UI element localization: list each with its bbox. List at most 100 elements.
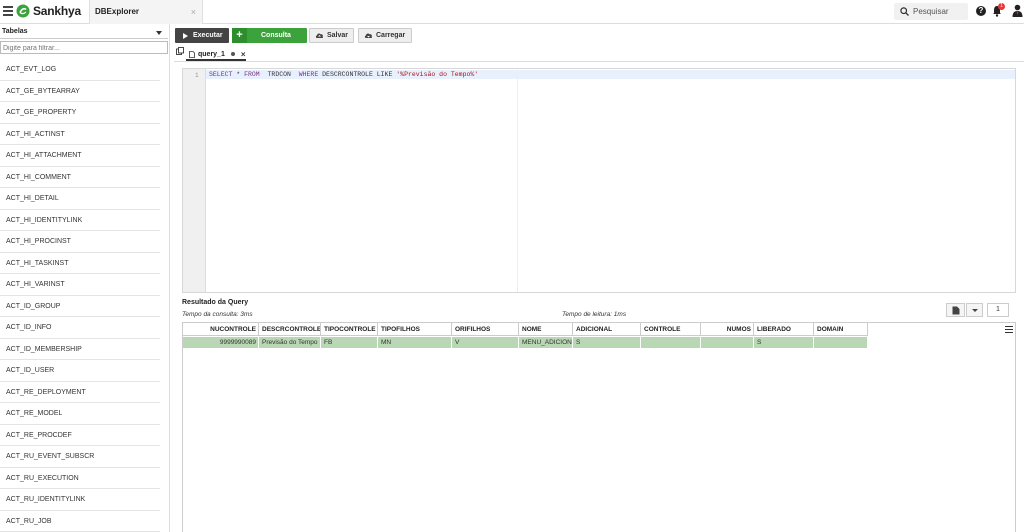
table-list-item[interactable]: ACT_HI_ACTINST (0, 124, 160, 145)
save-label: Salvar (327, 32, 349, 39)
object-type-selected: Tabelas (2, 28, 28, 35)
column-header[interactable]: DOMAIN (814, 323, 868, 336)
cloud-download-icon (364, 33, 373, 38)
caret-down-icon (972, 309, 978, 312)
column-header[interactable]: LIBERADO (754, 323, 814, 336)
table-cell[interactable]: FB (321, 337, 378, 348)
search-box[interactable]: Pesquisar (894, 3, 968, 20)
table-cell[interactable]: V (452, 337, 519, 348)
table-row[interactable]: 9999990089 Previsão do Tempo FB MN V MENU_ADI… (183, 337, 868, 348)
query-time: Tempo da consulta: 3ms (182, 311, 253, 318)
table-cell[interactable] (814, 337, 868, 348)
execute-label: Executar (193, 32, 223, 39)
line-number: 1 (195, 72, 199, 79)
table-list-item[interactable]: ACT_GE_BYTEARRAY (0, 81, 160, 102)
export-dropdown-button[interactable] (966, 303, 983, 317)
sql-editor[interactable]: 1 SELECT * FROM TRDCON WHERE DESCRCONTRO… (182, 68, 1016, 293)
search-placeholder: Pesquisar (913, 7, 949, 16)
read-time: Tempo de leitura: 1ms (562, 311, 627, 318)
app-tab-label: DBExplorer (95, 7, 140, 16)
sql-code-line[interactable]: SELECT * FROM TRDCON WHERE DESCRCONTROLE… (209, 71, 478, 78)
table-list-item[interactable]: ACT_GE_PROPERTY (0, 102, 160, 124)
table-cell[interactable]: S (573, 337, 641, 348)
column-header[interactable]: ORIFILHOS (452, 323, 519, 336)
brand-name: Sankhya (33, 4, 81, 18)
column-header[interactable]: DESCRCONTROLE (259, 323, 321, 336)
table-cell[interactable] (641, 337, 701, 348)
app-tab-close-icon[interactable]: × (191, 7, 196, 17)
tab-query-1[interactable]: query_1 × (186, 45, 246, 61)
notification-badge: 1 (998, 3, 1005, 10)
column-header[interactable]: NUCONTROLE (183, 323, 259, 336)
sql-token: TRDCON (259, 71, 299, 78)
column-header[interactable]: NOME (519, 323, 573, 336)
table-list-item[interactable]: ACT_EVT_LOG (0, 59, 160, 81)
unsaved-dot-icon (230, 52, 235, 56)
export-file-icon (952, 306, 960, 315)
table-cell[interactable]: 9999990089 (183, 337, 259, 348)
load-button[interactable]: Carregar (358, 28, 412, 43)
table-cell[interactable]: MENU_ADICIONAL (519, 337, 573, 348)
sidebar-scrollbar[interactable] (160, 59, 169, 532)
sql-token: DESCRCONTROLE LIKE (318, 71, 397, 78)
grid-header: NUCONTROLE DESCRCONTROLE TIPOCONTROLE TIPOF… (183, 323, 868, 336)
table-list-item[interactable]: ACT_HI_VARINST (0, 274, 160, 296)
table-list-item[interactable]: ACT_RU_EVENT_SUBSCR (0, 446, 160, 468)
table-list-item[interactable]: ACT_HI_DETAIL (0, 188, 160, 210)
table-cell[interactable]: S (754, 337, 814, 348)
tables-sidebar: Tabelas ACT_EVT_LOGACT_GE_BYTEARRAYACT_G… (0, 24, 170, 532)
filter-input[interactable] (0, 41, 168, 54)
grid-menu-icon[interactable] (1005, 326, 1013, 335)
table-list-item[interactable]: ACT_ID_MEMBERSHIP (0, 339, 160, 360)
column-header[interactable]: ADICIONAL (573, 323, 641, 336)
app-tab-dbexplorer[interactable]: DBExplorer × (89, 0, 203, 24)
results-title: Resultado da Query (182, 299, 249, 306)
tab-close-icon[interactable]: × (241, 50, 246, 59)
table-list-item[interactable]: ACT_RE_DEPLOYMENT (0, 382, 160, 403)
sql-keyword: FROM (244, 71, 260, 78)
table-list-item[interactable]: ACT_HI_COMMENT (0, 167, 160, 188)
tab-query-1-label: query_1 (198, 50, 225, 58)
top-bar: Sankhya DBExplorer × Pesquisar ? 1 (0, 0, 1024, 24)
table-list-item[interactable]: ACT_ID_INFO (0, 317, 160, 339)
help-icon[interactable]: ? (976, 6, 986, 16)
copy-tab-icon[interactable] (176, 47, 184, 55)
hamburger-menu-icon[interactable] (3, 6, 13, 16)
object-type-select[interactable]: Tabelas (0, 26, 168, 39)
brand-logo[interactable]: Sankhya (16, 4, 81, 18)
table-list-item[interactable]: ACT_RU_IDENTITYLINK (0, 489, 160, 511)
table-list-item[interactable]: ACT_ID_USER (0, 360, 160, 382)
table-list-item[interactable]: ACT_RE_MODEL (0, 403, 160, 425)
save-button[interactable]: Salvar (309, 28, 354, 43)
table-list-item[interactable]: ACT_HI_IDENTITYLINK (0, 210, 160, 231)
editor-gutter: 1 (183, 69, 206, 292)
tab-divider (174, 61, 1024, 62)
table-list-item[interactable]: ACT_RU_JOB (0, 511, 160, 532)
execute-button[interactable]: Executar (175, 28, 229, 43)
query-button[interactable]: + Consulta (232, 28, 307, 43)
table-cell[interactable]: MN (378, 337, 452, 348)
table-list-item[interactable]: ACT_HI_ATTACHMENT (0, 145, 160, 167)
search-icon (900, 7, 909, 16)
table-list-item[interactable]: ACT_HI_PROCINST (0, 231, 160, 253)
sql-string: '%Previsão do Tempo%' (396, 71, 479, 78)
column-header[interactable]: TIPOCONTROLE (321, 323, 378, 336)
table-list-item[interactable]: ACT_ID_GROUP (0, 296, 160, 317)
table-list-item[interactable]: ACT_RU_EXECUTION (0, 468, 160, 489)
page-number-input[interactable]: 1 (987, 303, 1009, 317)
results-grid: NUCONTROLE DESCRCONTROLE TIPOCONTROLE TIPOF… (182, 322, 1016, 532)
table-cell[interactable] (701, 337, 754, 348)
chevron-down-icon (156, 31, 162, 35)
user-avatar-icon[interactable] (1012, 4, 1023, 17)
table-list-item[interactable]: ACT_RE_PROCDEF (0, 425, 160, 446)
sql-keyword: WHERE (298, 71, 319, 78)
table-list: ACT_EVT_LOG ACT_GE_BYTEARRAY ACT_GE_PROPER… (0, 59, 160, 532)
table-list-item[interactable]: ACT_HI_TASKINST (0, 253, 160, 274)
sankhya-logo-icon (16, 4, 30, 18)
column-header[interactable]: NUMOS (701, 323, 754, 336)
load-label: Carregar (376, 32, 406, 39)
export-button[interactable] (946, 303, 965, 317)
table-cell[interactable]: Previsão do Tempo (259, 337, 321, 348)
column-header[interactable]: CONTROLE (641, 323, 701, 336)
column-header[interactable]: TIPOFILHOS (378, 323, 452, 336)
